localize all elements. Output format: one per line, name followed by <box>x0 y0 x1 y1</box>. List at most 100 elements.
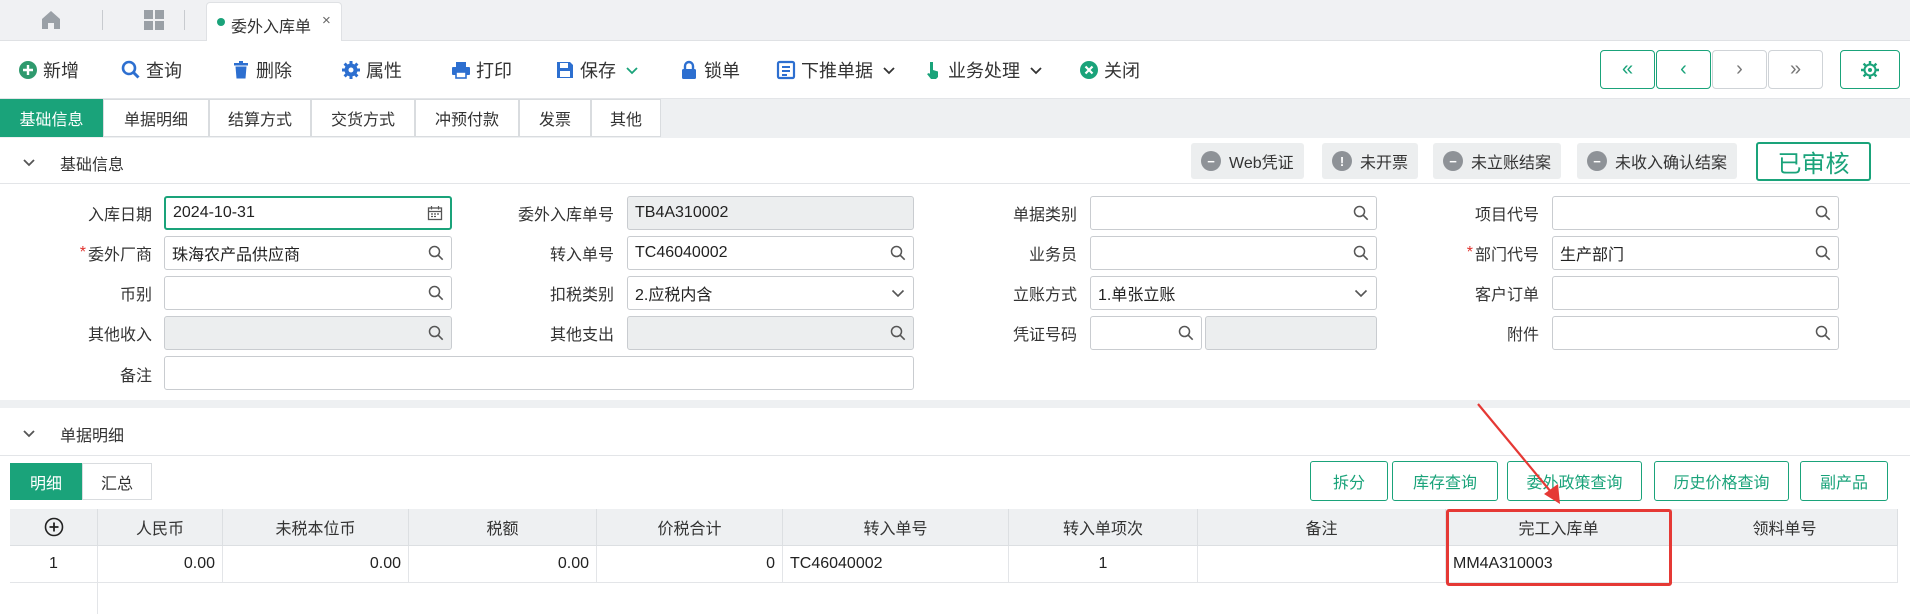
next-record-button[interactable]: › <box>1712 50 1767 89</box>
doc-no-label: 委外入库单号 <box>517 207 614 224</box>
web-voucher-badge[interactable]: − Web凭证 <box>1191 143 1304 179</box>
not-settled-badge[interactable]: − 未立账结案 <box>1433 143 1562 179</box>
cell-pick-no[interactable] <box>1672 546 1898 583</box>
doc-no-value: TB4A310002 <box>635 204 729 221</box>
tab-prepayment[interactable]: 冲预付款 <box>415 99 519 137</box>
annotation-arrow <box>1477 403 1560 504</box>
delete-button[interactable]: 删除 <box>231 55 292 85</box>
chevron-down-icon <box>23 159 35 167</box>
minus-circle-icon: − <box>1443 151 1463 171</box>
voucher-detail-field[interactable] <box>1205 316 1377 350</box>
search-icon <box>890 325 906 341</box>
print-button[interactable]: 打印 <box>451 55 512 85</box>
col-header-remark[interactable]: 备注 <box>1198 509 1446 546</box>
tab-detail[interactable]: 单据明细 <box>103 99 209 137</box>
cell-tax[interactable]: 0.00 <box>409 546 597 583</box>
cell-total[interactable]: 0 <box>597 546 783 583</box>
settings-button[interactable] <box>1840 50 1900 89</box>
tax-type-select[interactable]: 2.应税内含 <box>627 276 914 310</box>
doc-type-field[interactable] <box>1090 196 1377 230</box>
cell-transfer-no[interactable]: TC46040002 <box>783 546 1009 583</box>
split-button[interactable]: 拆分 <box>1310 461 1388 501</box>
cell-rmb[interactable]: 0.00 <box>98 546 223 583</box>
by-product-button[interactable]: 副产品 <box>1800 461 1888 501</box>
price-history-query-button[interactable]: 历史价格查询 <box>1654 461 1789 501</box>
salesman-field[interactable] <box>1090 236 1377 270</box>
col-header-tax[interactable]: 税额 <box>409 509 597 546</box>
transfer-no-value: TC46040002 <box>635 244 728 261</box>
col-header-transfer-item[interactable]: 转入单项次 <box>1009 509 1198 546</box>
divider <box>0 455 1910 456</box>
close-button[interactable]: 关闭 <box>1079 55 1140 85</box>
transfer-no-field[interactable]: TC46040002 <box>627 236 914 270</box>
voucher-no-field[interactable] <box>1090 316 1202 350</box>
customer-order-field[interactable] <box>1552 276 1839 310</box>
push-down-label: 下推单据 <box>801 61 873 81</box>
search-icon <box>428 325 444 341</box>
approved-status-button[interactable]: 已审核 <box>1756 142 1871 181</box>
basic-info-header[interactable]: 基础信息 <box>22 151 124 175</box>
subtab-summary[interactable]: 汇总 <box>82 463 152 500</box>
vendor-value: 珠海农产品供应商 <box>172 247 301 264</box>
home-icon[interactable] <box>39 8 63 32</box>
print-label: 打印 <box>476 61 512 81</box>
doc-no-field[interactable]: TB4A310002 <box>627 196 914 230</box>
tab-outsourced-receipt[interactable]: 委外入库单 × <box>206 2 342 41</box>
attachment-field[interactable] <box>1552 316 1839 350</box>
col-header-transfer-no[interactable]: 转入单号 <box>783 509 1009 546</box>
cell-transfer-item[interactable]: 1 <box>1009 546 1198 583</box>
tab-invoice[interactable]: 发票 <box>519 99 591 137</box>
properties-button[interactable]: 属性 <box>341 55 402 85</box>
col-header-total[interactable]: 价税合计 <box>597 509 783 546</box>
cell-finished-in[interactable]: MM4A310003 <box>1446 546 1672 583</box>
previous-record-button[interactable]: ‹ <box>1656 50 1711 89</box>
business-process-button[interactable]: 业务处理 <box>923 55 1043 85</box>
lock-icon <box>682 60 696 79</box>
search-icon <box>890 245 906 261</box>
cell-remark[interactable] <box>1198 546 1446 583</box>
project-code-label: 项目代号 <box>1474 207 1539 224</box>
exclamation-circle-icon: ! <box>1332 151 1352 171</box>
in-date-value: 2024-10-31 <box>173 204 255 221</box>
last-record-button[interactable]: » <box>1768 50 1823 89</box>
query-button[interactable]: 查询 <box>121 55 182 85</box>
dept-code-label: * 部门代号 <box>1379 236 1539 270</box>
col-header-rmb[interactable]: 人民币 <box>98 509 223 546</box>
lock-button[interactable]: 锁单 <box>679 55 740 85</box>
floppy-disk-icon <box>557 62 573 78</box>
other-income-field[interactable] <box>164 316 452 350</box>
col-header-pick-no[interactable]: 领料单号 <box>1672 509 1898 546</box>
remark-field[interactable] <box>164 356 914 390</box>
add-row-header[interactable] <box>10 509 98 546</box>
col-header-untaxed[interactable]: 未税本位币 <box>223 509 409 546</box>
project-code-field[interactable] <box>1552 196 1839 230</box>
vendor-field[interactable]: 珠海农产品供应商 <box>164 236 452 270</box>
cell-untaxed[interactable]: 0.00 <box>223 546 409 583</box>
voucher-no-label: 凭证号码 <box>1012 327 1077 344</box>
minus-circle-icon: − <box>1587 151 1607 171</box>
dept-code-field[interactable]: 生产部门 <box>1552 236 1839 270</box>
add-button[interactable]: 新增 <box>18 55 79 85</box>
chevron-down-icon <box>1354 289 1368 298</box>
tab-other[interactable]: 其他 <box>591 99 661 137</box>
col-header-finished-in[interactable]: 完工入库单 <box>1446 509 1672 546</box>
close-tab-icon[interactable]: × <box>322 12 331 29</box>
other-expense-field[interactable] <box>627 316 914 350</box>
close-circle-icon <box>1080 61 1098 79</box>
currency-field[interactable] <box>164 276 452 310</box>
in-date-field[interactable]: 2024-10-31 <box>164 196 452 230</box>
grid-icon[interactable] <box>142 8 166 32</box>
push-down-button[interactable]: 下推单据 <box>776 55 896 85</box>
save-button[interactable]: 保存 <box>555 55 639 85</box>
subtab-detail[interactable]: 明细 <box>10 463 82 500</box>
tab-basic-info[interactable]: 基础信息 <box>0 99 103 137</box>
revenue-not-closed-badge[interactable]: − 未收入确认结案 <box>1577 143 1738 179</box>
first-record-button[interactable]: « <box>1600 50 1655 89</box>
tab-delivery[interactable]: 交货方式 <box>311 99 415 137</box>
not-invoiced-badge[interactable]: ! 未开票 <box>1322 143 1419 179</box>
account-method-select[interactable]: 1.单张立账 <box>1090 276 1377 310</box>
detail-header[interactable]: 单据明细 <box>22 422 124 446</box>
tab-settlement[interactable]: 结算方式 <box>209 99 311 137</box>
chevron-down-icon <box>23 430 35 438</box>
other-expense-label: 其他支出 <box>549 327 614 344</box>
